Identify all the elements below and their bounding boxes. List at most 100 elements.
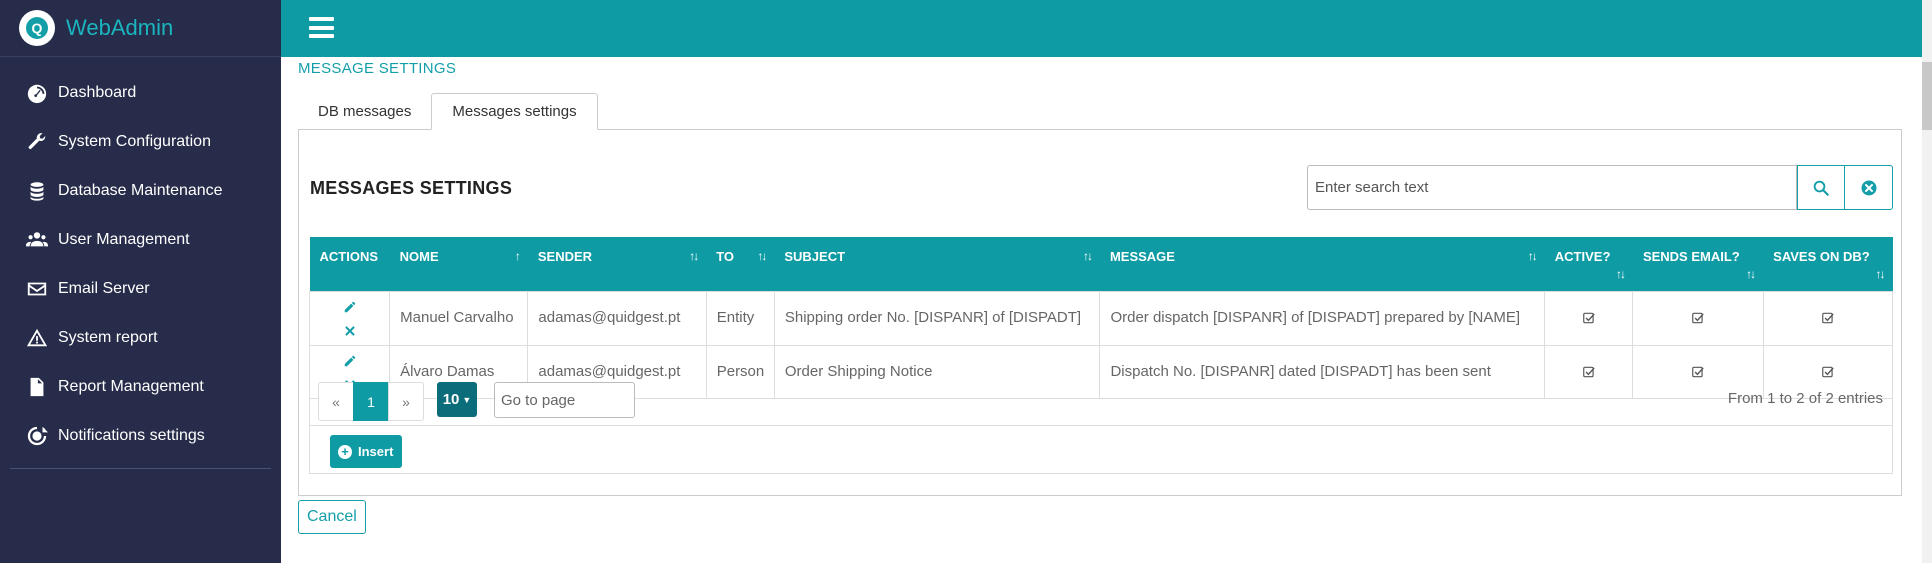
sidebar-item-database-maintenance[interactable]: Database Maintenance bbox=[0, 166, 281, 215]
topbar bbox=[281, 0, 1922, 57]
app-name: WebAdmin bbox=[66, 15, 174, 40]
current-page-button[interactable]: 1 bbox=[353, 382, 389, 421]
cell-active bbox=[1544, 290, 1634, 346]
sidebar-item-system-report[interactable]: System report bbox=[0, 313, 281, 362]
plus-circle-icon: + bbox=[338, 444, 352, 459]
insert-button[interactable]: + Insert bbox=[330, 435, 403, 468]
wrench-icon bbox=[24, 129, 50, 155]
delete-x-icon[interactable] bbox=[342, 322, 358, 338]
page-scrollbar-thumb[interactable] bbox=[1922, 62, 1932, 130]
sort-icon[interactable]: ↑↓ bbox=[1616, 267, 1626, 281]
menu-toggle-icon[interactable] bbox=[309, 17, 334, 38]
cell-to: Entity bbox=[705, 290, 775, 346]
search-button[interactable] bbox=[1797, 165, 1845, 210]
sort-icon[interactable]: ↑↓ bbox=[1876, 267, 1886, 281]
envelope-icon bbox=[24, 276, 50, 302]
checked-checkbox-icon bbox=[1692, 312, 1704, 324]
column-header-actions: ACTIONS bbox=[309, 237, 390, 291]
column-header-subject[interactable]: SUBJECT ↑↓ bbox=[774, 237, 1100, 291]
column-header-message[interactable]: MESSAGE ↑↓ bbox=[1099, 237, 1545, 291]
checked-checkbox-icon bbox=[1583, 366, 1595, 377]
edit-pencil-icon[interactable] bbox=[342, 352, 358, 368]
table-header-row: ACTIONS NOME ↑ SENDER ↑↓ TO ↑↓ SUBJECT ↑↓ ME… bbox=[309, 237, 1893, 291]
brand[interactable]: Q WebAdmin bbox=[0, 0, 281, 57]
checked-checkbox-icon bbox=[1692, 366, 1704, 377]
sidebar: Q WebAdmin Dashboard System Configuratio… bbox=[0, 0, 281, 563]
insert-button-label: Insert bbox=[358, 444, 394, 459]
sidebar-item-label: Dashboard bbox=[58, 83, 137, 101]
cell-message: Order dispatch [DISPANR] of [DISPADT] pr… bbox=[1099, 290, 1546, 346]
checked-checkbox-icon bbox=[1821, 366, 1834, 377]
checked-checkbox-icon bbox=[1583, 312, 1595, 324]
sidebar-item-label: Notifications settings bbox=[58, 426, 205, 444]
sidebar-item-label: System Configuration bbox=[58, 132, 211, 150]
cell-saves-on-db bbox=[1762, 290, 1894, 346]
sidebar-item-label: Report Management bbox=[58, 377, 204, 395]
insert-bar: + Insert bbox=[309, 426, 1893, 474]
edit-pencil-icon[interactable] bbox=[342, 298, 358, 314]
caret-down-icon: ▼ bbox=[462, 394, 472, 405]
sort-icon[interactable]: ↑↓ bbox=[689, 249, 699, 263]
column-header-active[interactable]: ACTIVE? ↑↓ bbox=[1544, 237, 1633, 291]
checked-checkbox-icon bbox=[1821, 312, 1834, 324]
tab-db-messages[interactable]: DB messages bbox=[298, 93, 431, 130]
main-content: MESSAGE SETTINGS DB messages Messages se… bbox=[281, 57, 1922, 563]
row-actions bbox=[308, 290, 391, 346]
logo-letter: Q bbox=[26, 17, 48, 39]
page-size-value: 10 bbox=[442, 391, 460, 408]
tab-bar: DB messages Messages settings bbox=[298, 93, 598, 130]
page-title: MESSAGE SETTINGS bbox=[298, 60, 457, 77]
sidebar-divider bbox=[10, 468, 271, 469]
column-header-to[interactable]: TO ↑↓ bbox=[706, 237, 775, 291]
messages-settings-panel: MESSAGES SETTINGS ACTIONS NOME↑ SENDER↑↓… bbox=[298, 129, 1902, 496]
clear-search-button[interactable] bbox=[1845, 165, 1893, 210]
cell-sender: adamas@quidgest.pt bbox=[527, 290, 707, 346]
search-icon bbox=[1813, 180, 1829, 196]
clear-circle-icon bbox=[1861, 180, 1876, 195]
column-header-sender[interactable]: SENDER ↑↓ bbox=[527, 237, 707, 291]
tab-messages-settings[interactable]: Messages settings bbox=[431, 93, 598, 130]
sort-icon[interactable]: ↑↓ bbox=[1083, 249, 1093, 263]
column-header-saves-on-db[interactable]: SAVES ON DB? ↑↓ bbox=[1763, 237, 1893, 291]
sort-icon[interactable]: ↑↓ bbox=[757, 249, 767, 263]
table-row[interactable]: Manuel Carvalho adamas@quidgest.pt Entit… bbox=[308, 290, 1894, 346]
sidebar-item-label: User Management bbox=[58, 230, 190, 248]
sort-ascending-icon[interactable]: ↑ bbox=[515, 249, 521, 263]
sidebar-item-report-management[interactable]: Report Management bbox=[0, 362, 281, 411]
dashboard-icon bbox=[24, 80, 50, 106]
cancel-button[interactable]: Cancel bbox=[298, 500, 366, 534]
users-icon bbox=[24, 227, 50, 253]
column-header-sends-email[interactable]: SENDS EMAIL? ↑↓ bbox=[1632, 237, 1764, 291]
file-icon bbox=[24, 374, 50, 400]
entries-info: From 1 to 2 of 2 entries bbox=[1727, 390, 1883, 407]
column-header-nome[interactable]: NOME ↑ bbox=[389, 237, 528, 291]
cell-nome: Manuel Carvalho bbox=[389, 290, 529, 346]
cell-sends-email bbox=[1632, 290, 1764, 346]
sidebar-item-label: Database Maintenance bbox=[58, 181, 223, 199]
next-page-button[interactable]: » bbox=[388, 382, 424, 421]
pagination-bar: « 1 » 10▼ From 1 to 2 of 2 entries bbox=[309, 378, 1893, 426]
sidebar-nav: Dashboard System Configuration Database … bbox=[0, 57, 281, 460]
sort-icon[interactable]: ↑↓ bbox=[1746, 267, 1756, 281]
sidebar-item-label: Email Server bbox=[58, 279, 150, 297]
go-to-page-input[interactable] bbox=[494, 382, 635, 418]
app-logo-icon: Q bbox=[19, 10, 55, 46]
database-icon bbox=[24, 178, 50, 204]
pagination: « 1 » bbox=[318, 382, 424, 421]
search-box bbox=[1307, 165, 1893, 210]
sidebar-item-user-management[interactable]: User Management bbox=[0, 215, 281, 264]
previous-page-button[interactable]: « bbox=[318, 382, 354, 421]
page-size-dropdown[interactable]: 10 ▼ bbox=[437, 382, 477, 417]
sidebar-item-dashboard[interactable]: Dashboard bbox=[0, 68, 281, 117]
notifications-icon bbox=[24, 423, 50, 449]
sidebar-item-email-server[interactable]: Email Server bbox=[0, 264, 281, 313]
messages-table: ACTIONS NOME ↑ SENDER ↑↓ TO ↑↓ SUBJECT ↑↓ ME… bbox=[308, 237, 1894, 399]
sidebar-item-notifications-settings[interactable]: Notifications settings bbox=[0, 411, 281, 460]
warning-icon bbox=[24, 325, 50, 351]
cell-subject: Shipping order No. [DISPANR] of [DISPADT… bbox=[773, 290, 1101, 346]
sidebar-item-system-configuration[interactable]: System Configuration bbox=[0, 117, 281, 166]
search-input[interactable] bbox=[1307, 165, 1797, 210]
panel-title: MESSAGES SETTINGS bbox=[310, 178, 513, 198]
sort-icon[interactable]: ↑↓ bbox=[1528, 249, 1538, 263]
sidebar-item-label: System report bbox=[58, 328, 158, 346]
